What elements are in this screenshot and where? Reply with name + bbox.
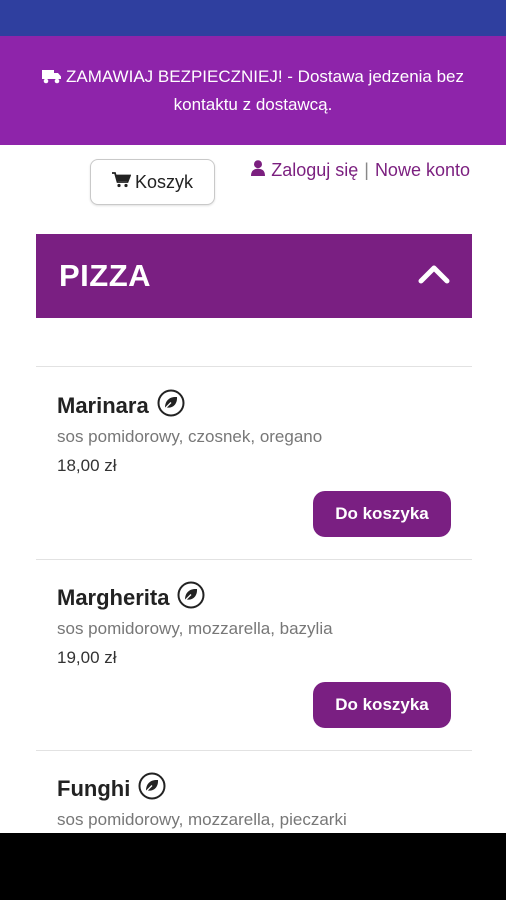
chevron-up-icon[interactable]: [418, 263, 450, 290]
status-bar: [0, 0, 506, 36]
product-price: 18,00 zł: [57, 456, 117, 475]
banner-content: ZAMAWIAJ BEZPIECZNIEJ! - Dostawa jedzeni…: [20, 64, 486, 118]
banner-text: ZAMAWIAJ BEZPIECZNIEJ! - Dostawa jedzeni…: [65, 66, 465, 114]
truck-icon: [41, 66, 62, 92]
product-name: Margherita: [57, 581, 205, 615]
product-name-text: Funghi: [57, 776, 131, 801]
product-divider: [36, 750, 472, 751]
product-name: Marinara: [57, 389, 185, 423]
leaf-icon: [138, 772, 166, 806]
add-to-cart-button[interactable]: Do koszyka: [313, 682, 451, 728]
category-header-pizza[interactable]: PIZZA: [36, 234, 472, 318]
cart-icon: [111, 171, 135, 193]
product-description: sos pomidorowy, mozzarella, pieczarki: [57, 810, 347, 829]
category-title: PIZZA: [59, 258, 152, 293]
leaf-icon: [177, 581, 205, 615]
product-description: sos pomidorowy, mozzarella, bazylia: [57, 619, 333, 638]
product-name-text: Margherita: [57, 585, 170, 610]
product-description: sos pomidorowy, czosnek, oregano: [57, 427, 323, 446]
product-name: Funghi: [57, 772, 166, 806]
leaf-icon: [157, 389, 185, 423]
product-divider: [36, 559, 472, 560]
auth-links: Zaloguj się | Nowe konto: [251, 160, 470, 181]
product-name-text: Marinara: [57, 393, 149, 418]
cart-label: Koszyk: [134, 171, 194, 192]
auth-separator: |: [364, 160, 369, 180]
product-divider: [36, 366, 472, 367]
product-price: 19,00 zł: [57, 648, 117, 667]
user-icon: [251, 160, 271, 181]
cart-button[interactable]: Koszyk: [90, 159, 215, 205]
safety-banner: ZAMAWIAJ BEZPIECZNIEJ! - Dostawa jedzeni…: [0, 36, 506, 145]
register-link[interactable]: Nowe konto: [375, 160, 470, 181]
login-link[interactable]: Zaloguj się: [271, 160, 358, 181]
add-to-cart-button[interactable]: Do koszyka: [313, 491, 451, 537]
system-navigation-bar: [0, 833, 506, 900]
